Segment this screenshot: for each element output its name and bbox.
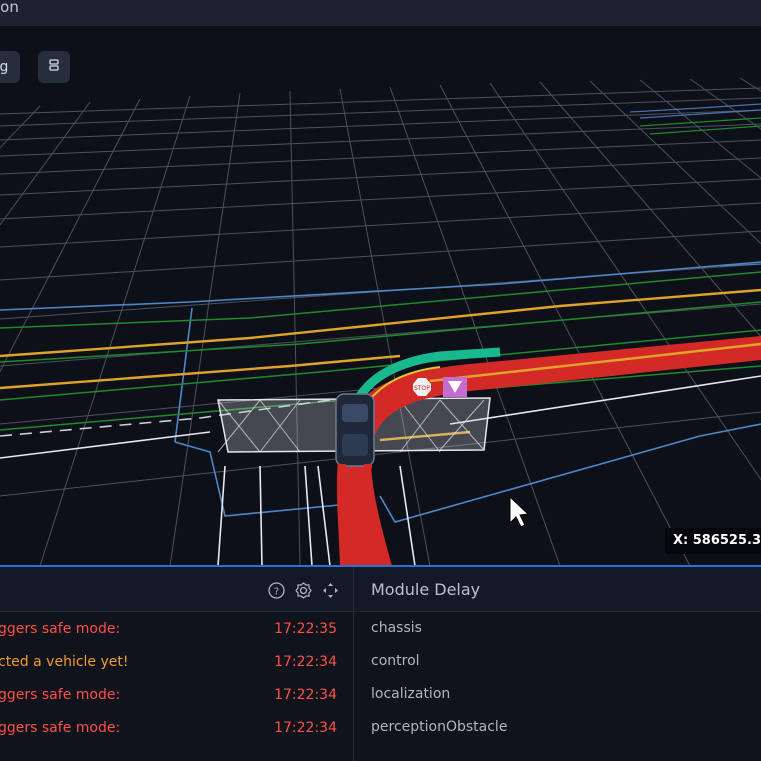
module-delay-panel: Module Delay chassis control localizatio…	[354, 567, 761, 761]
ground-grid	[0, 77, 761, 566]
log-row: ggers safe mode: 17:22:35	[0, 612, 353, 645]
title-bar: ion	[0, 0, 761, 27]
scene-canvas: STOP	[0, 77, 761, 566]
log-time: 17:22:34	[274, 654, 337, 670]
module-delay-header: Module Delay	[354, 567, 761, 612]
3d-viewport[interactable]: STOP g X: 586525.3	[0, 26, 761, 566]
mouse-cursor-icon	[509, 495, 530, 528]
log-row: ggers safe mode: 17:22:34	[0, 711, 353, 744]
coordinate-readout: X: 586525.31, Y	[665, 528, 761, 554]
ego-vehicle	[335, 393, 375, 468]
module-item-localization: localization	[371, 686, 451, 702]
bottom-panels: ? ggers safe mode: 17:22:35 cted a vehic…	[0, 567, 761, 761]
console-header: ?	[0, 567, 353, 612]
module-item-perception-obstacle: perceptionObstacle	[371, 719, 508, 735]
log-message: ggers safe mode:	[0, 621, 121, 637]
module-item-chassis: chassis	[371, 620, 422, 636]
log-message: ggers safe mode:	[0, 687, 121, 703]
yield-marker	[443, 377, 467, 397]
distant-lanes	[639, 117, 761, 135]
log-message: ggers safe mode:	[0, 720, 121, 736]
panel-title: Module Delay	[371, 580, 481, 599]
console-panel: ? ggers safe mode: 17:22:35 cted a vehic…	[0, 567, 354, 761]
module-item-control: control	[371, 653, 420, 669]
svg-text:STOP: STOP	[414, 385, 430, 392]
toolbar-button-1[interactable]: g	[0, 51, 20, 83]
settings-icon[interactable]	[294, 581, 312, 599]
log-time: 17:22:35	[274, 621, 337, 637]
log-time: 17:22:34	[274, 687, 337, 703]
help-icon[interactable]: ?	[267, 581, 285, 599]
svg-text:?: ?	[273, 586, 278, 597]
log-time: 17:22:34	[274, 720, 337, 736]
toolbar-button-1-label: g	[0, 59, 9, 75]
layers-icon	[47, 58, 61, 76]
layers-button[interactable]	[38, 51, 70, 83]
window-title: ion	[0, 0, 19, 16]
log-row: ggers safe mode: 17:22:34	[0, 678, 353, 711]
move-icon[interactable]	[321, 581, 339, 599]
log-row: cted a vehicle yet! 17:22:34	[0, 645, 353, 678]
log-message: cted a vehicle yet!	[0, 654, 129, 670]
